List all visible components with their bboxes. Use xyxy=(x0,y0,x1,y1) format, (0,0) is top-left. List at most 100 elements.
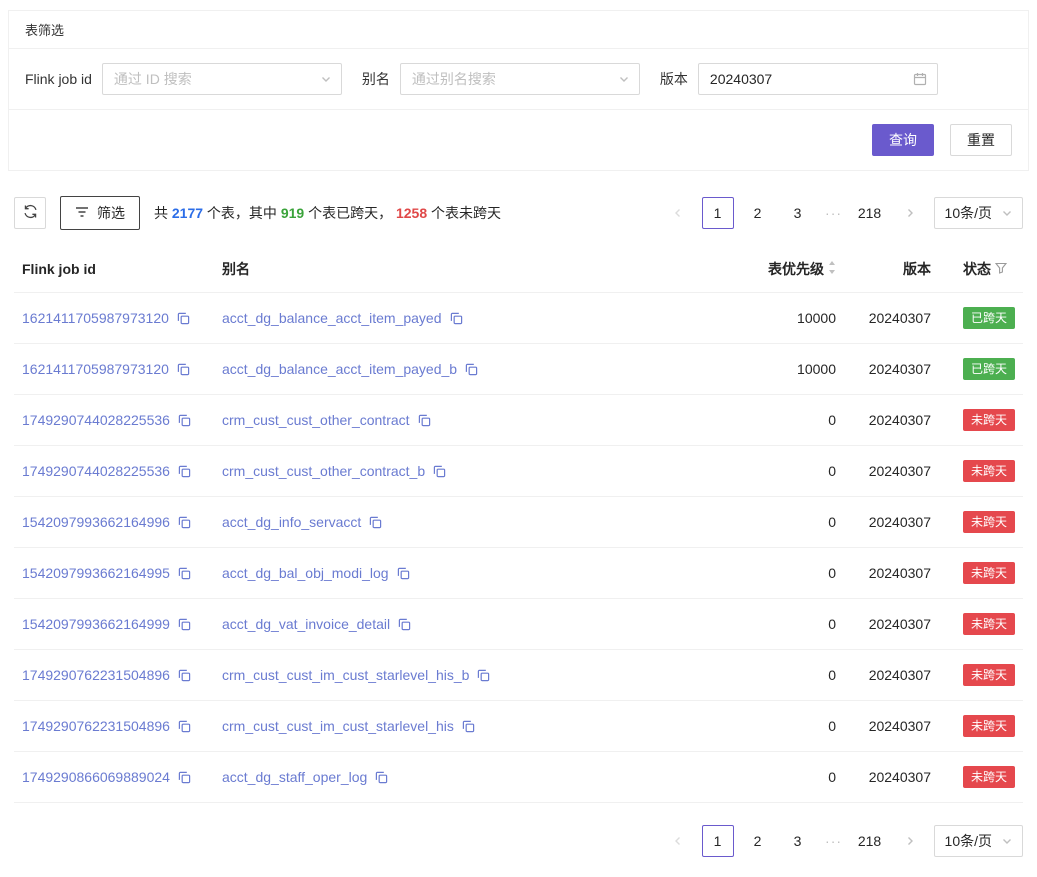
summary-segment: 个表，其中 xyxy=(203,203,281,223)
copy-icon[interactable] xyxy=(398,618,411,631)
flink-job-id-link[interactable]: 1749290744028225536 xyxy=(22,412,170,428)
flink-job-id-cell: 1749290744028225536 xyxy=(14,446,214,497)
flink-job-id-input[interactable] xyxy=(103,64,341,94)
table-body: 1621411705987973120 acct_dg_balance_acct… xyxy=(14,293,1023,803)
chevron-right-icon xyxy=(905,833,915,849)
page-button-3[interactable]: 3 xyxy=(782,197,814,229)
copy-icon[interactable] xyxy=(177,363,190,376)
copy-icon[interactable] xyxy=(178,414,191,427)
page-ellipsis[interactable]: ··· xyxy=(822,833,846,849)
column-header-priority[interactable]: 表优先级 xyxy=(714,246,844,293)
page-button-1[interactable]: 1 xyxy=(702,197,734,229)
alias-input[interactable] xyxy=(401,64,639,94)
filter-toggle-button[interactable]: 筛选 xyxy=(60,196,140,230)
alias-link[interactable]: acct_dg_bal_obj_modi_log xyxy=(222,565,389,581)
copy-icon[interactable] xyxy=(178,771,191,784)
status-cell: 未跨天 xyxy=(939,752,1023,803)
alias-link[interactable]: crm_cust_cust_im_cust_starlevel_his_b xyxy=(222,667,469,683)
flink-job-id-link[interactable]: 1542097993662164995 xyxy=(22,565,170,581)
flink-job-id-link[interactable]: 1621411705987973120 xyxy=(22,361,169,377)
flink-job-id-link[interactable]: 1749290762231504896 xyxy=(22,667,170,683)
flink-job-id-cell: 1749290744028225536 xyxy=(14,395,214,446)
alias-link[interactable]: acct_dg_balance_acct_item_payed_b xyxy=(222,361,457,377)
alias-cell: crm_cust_cust_other_contract xyxy=(214,395,714,446)
page-button-3[interactable]: 3 xyxy=(782,825,814,857)
field-flink-job-id: Flink job id xyxy=(25,63,342,95)
page-size-value: 10条/页 xyxy=(945,203,992,223)
alias-link[interactable]: acct_dg_staff_oper_log xyxy=(222,769,367,785)
page-button-2[interactable]: 2 xyxy=(742,197,774,229)
summary-segment: 个表未跨天 xyxy=(427,203,501,223)
flink-job-id-select[interactable] xyxy=(102,63,342,95)
flink-job-id-link[interactable]: 1749290866069889024 xyxy=(22,769,170,785)
copy-icon[interactable] xyxy=(375,771,388,784)
reset-button[interactable]: 重置 xyxy=(950,124,1012,156)
sort-icon[interactable] xyxy=(828,261,836,277)
priority-cell: 0 xyxy=(714,650,844,701)
summary-text: 共 2177 个表，其中 919 个表已跨天， 1258 个表未跨天 xyxy=(154,203,501,223)
version-cell: 20240307 xyxy=(844,446,939,497)
next-page-button[interactable] xyxy=(894,825,926,857)
copy-icon[interactable] xyxy=(178,465,191,478)
flink-job-id-link[interactable]: 1749290744028225536 xyxy=(22,463,170,479)
copy-icon[interactable] xyxy=(465,363,478,376)
flink-job-id-link[interactable]: 1542097993662164996 xyxy=(22,514,170,530)
version-date-picker[interactable] xyxy=(698,63,938,95)
alias-link[interactable]: crm_cust_cust_other_contract_b xyxy=(222,463,425,479)
alias-link[interactable]: acct_dg_info_servacct xyxy=(222,514,361,530)
version-cell: 20240307 xyxy=(844,497,939,548)
page-ellipsis[interactable]: ··· xyxy=(822,205,846,221)
copy-icon[interactable] xyxy=(418,414,431,427)
column-header-status: 状态 xyxy=(939,246,1023,293)
copy-icon[interactable] xyxy=(178,720,191,733)
version-label: 版本 xyxy=(660,69,688,89)
uncrossed-count: 1258 xyxy=(396,205,427,221)
priority-cell: 0 xyxy=(714,446,844,497)
copy-icon[interactable] xyxy=(462,720,475,733)
copy-icon[interactable] xyxy=(178,567,191,580)
alias-link[interactable]: acct_dg_balance_acct_item_payed xyxy=(222,310,442,326)
page-button-2[interactable]: 2 xyxy=(742,825,774,857)
copy-icon[interactable] xyxy=(477,669,490,682)
status-header-label: 状态 xyxy=(963,259,991,279)
page-button-1[interactable]: 1 xyxy=(702,825,734,857)
page-size-select[interactable]: 10条/页 xyxy=(934,825,1023,857)
next-page-button[interactable] xyxy=(894,197,926,229)
status-badge: 未跨天 xyxy=(963,511,1015,533)
copy-icon[interactable] xyxy=(397,567,410,580)
column-header-version: 版本 xyxy=(844,246,939,293)
alias-link[interactable]: crm_cust_cust_other_contract xyxy=(222,412,410,428)
version-input[interactable] xyxy=(699,64,937,94)
funnel-icon[interactable] xyxy=(995,261,1007,277)
alias-select[interactable] xyxy=(400,63,640,95)
prev-page-button[interactable] xyxy=(662,197,694,229)
crossed-count: 919 xyxy=(281,205,304,221)
flink-job-id-link[interactable]: 1621411705987973120 xyxy=(22,310,169,326)
version-cell: 20240307 xyxy=(844,701,939,752)
page-size-select[interactable]: 10条/页 xyxy=(934,197,1023,229)
copy-icon[interactable] xyxy=(450,312,463,325)
refresh-button[interactable] xyxy=(14,197,46,229)
copy-icon[interactable] xyxy=(178,618,191,631)
search-button[interactable]: 查询 xyxy=(872,124,934,156)
prev-page-button[interactable] xyxy=(662,825,694,857)
alias-link[interactable]: acct_dg_vat_invoice_detail xyxy=(222,616,390,632)
priority-header-label: 表优先级 xyxy=(768,259,824,279)
flink-job-id-cell: 1542097993662164996 xyxy=(14,497,214,548)
status-badge: 未跨天 xyxy=(963,460,1015,482)
calendar-icon xyxy=(913,72,927,86)
alias-link[interactable]: crm_cust_cust_im_cust_starlevel_his xyxy=(222,718,454,734)
alias-label: 别名 xyxy=(362,69,390,89)
page-button-218[interactable]: 218 xyxy=(854,825,886,857)
flink-job-id-link[interactable]: 1542097993662164999 xyxy=(22,616,170,632)
copy-icon[interactable] xyxy=(369,516,382,529)
copy-icon[interactable] xyxy=(178,516,191,529)
filter-toggle-label: 筛选 xyxy=(97,203,125,223)
page-button-218[interactable]: 218 xyxy=(854,197,886,229)
copy-icon[interactable] xyxy=(177,312,190,325)
chevron-right-icon xyxy=(905,205,915,221)
alias-cell: acct_dg_info_servacct xyxy=(214,497,714,548)
copy-icon[interactable] xyxy=(433,465,446,478)
flink-job-id-link[interactable]: 1749290762231504896 xyxy=(22,718,170,734)
copy-icon[interactable] xyxy=(178,669,191,682)
